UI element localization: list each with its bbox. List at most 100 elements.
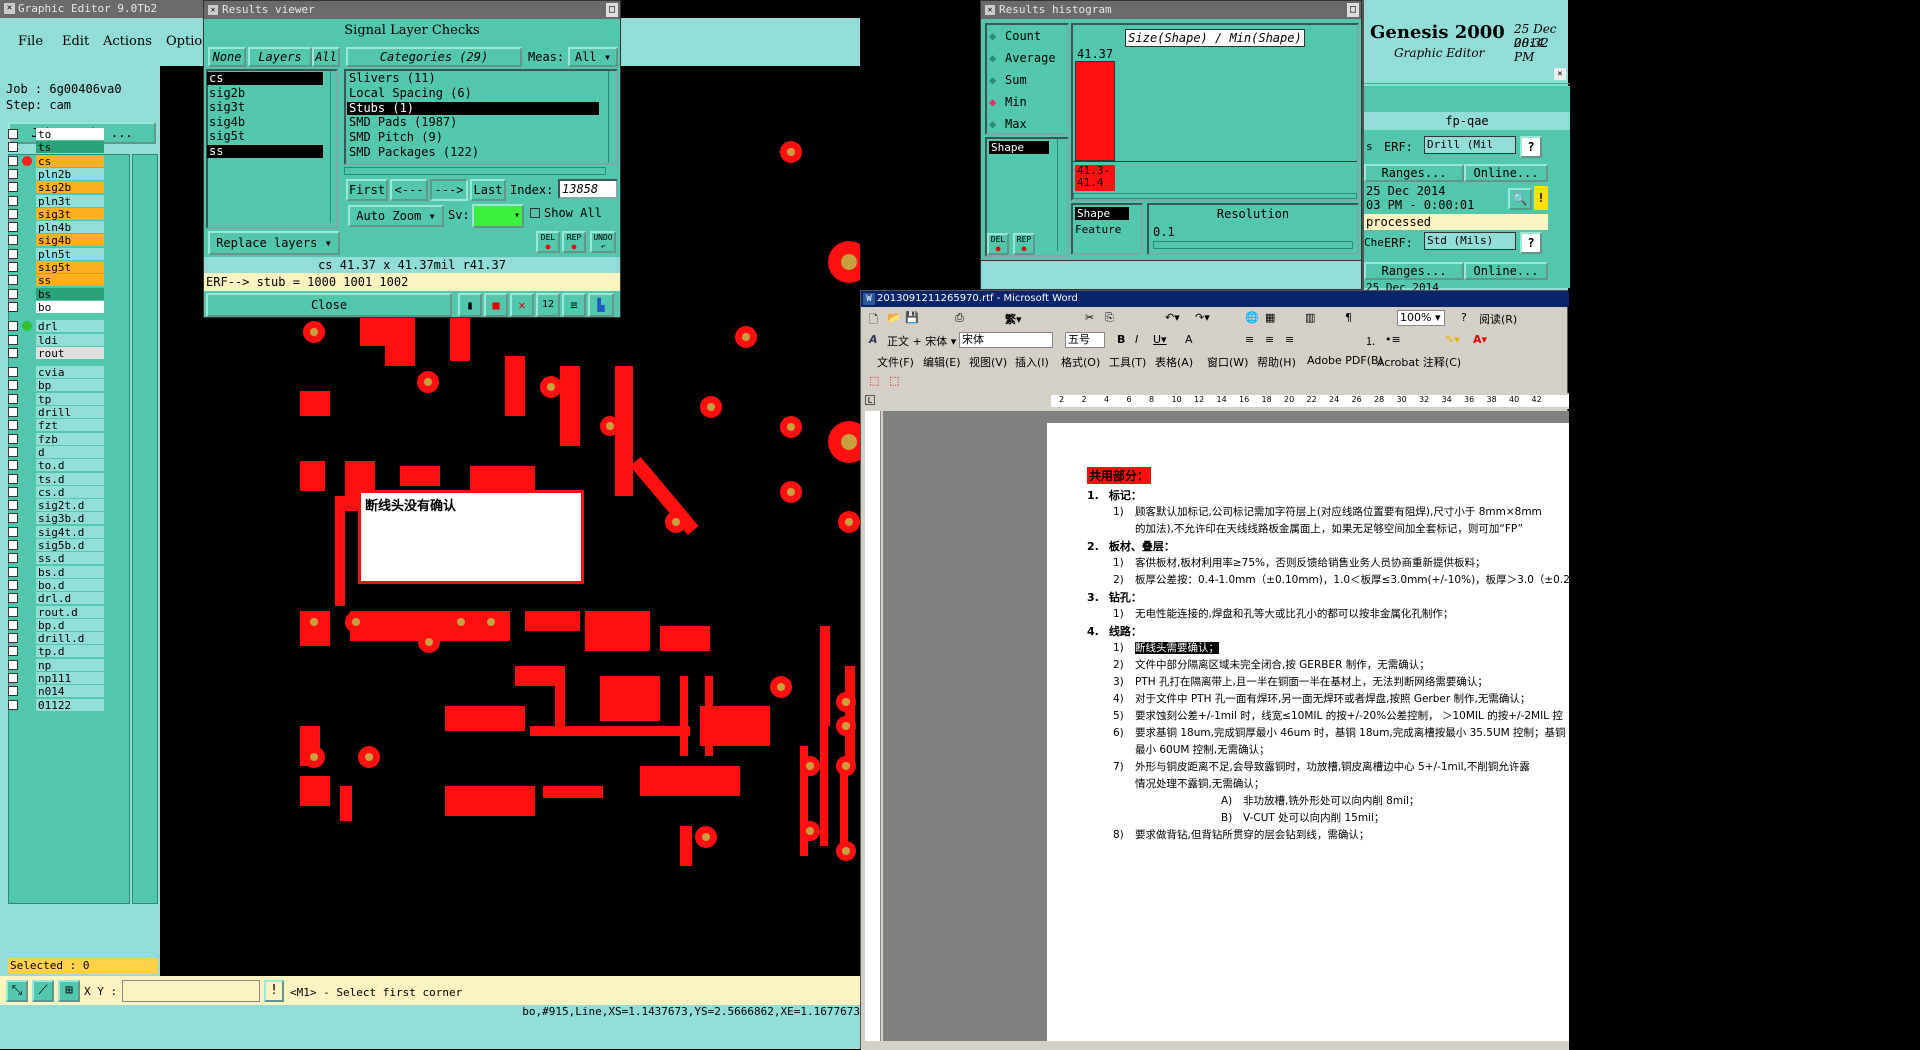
numbering-icon[interactable]: ⒈ — [1365, 333, 1376, 349]
tab-selector-icon[interactable]: L — [865, 395, 875, 405]
show-hide-icon[interactable]: ¶ — [1345, 311, 1352, 324]
rv-report-icon[interactable]: 12 — [536, 293, 560, 317]
layer-checkbox[interactable] — [8, 673, 18, 683]
rv-category-item[interactable]: SMD Packages (122) — [347, 146, 599, 159]
font-select[interactable]: 宋体 — [959, 332, 1053, 348]
layer-checkbox[interactable] — [8, 473, 18, 484]
open-icon[interactable]: 📂 — [887, 311, 901, 324]
layer-row-pln3t[interactable]: pln3t — [8, 194, 104, 208]
rv-index-input[interactable]: 13858 — [558, 179, 618, 199]
rv-replace-layers-select[interactable]: Replace layers ▾ — [208, 231, 340, 255]
arrow-tool-icon[interactable]: ⤡ — [6, 980, 28, 1002]
layer-checkbox[interactable] — [8, 407, 18, 417]
layer-row-fzb[interactable]: fzb — [8, 432, 104, 446]
highlight-icon[interactable]: ✎▾ — [1445, 333, 1460, 346]
layer-checkbox[interactable] — [8, 301, 18, 312]
layer-row-ts[interactable]: ts — [8, 141, 104, 154]
layer-row-pln4b[interactable]: pln4b — [8, 221, 104, 234]
read-button[interactable]: 阅读(R) — [1479, 311, 1517, 327]
close-icon[interactable]: ✕ — [4, 3, 15, 14]
styles-icon[interactable]: A — [869, 333, 878, 346]
pdf-review-icon[interactable]: ⬚ — [889, 374, 899, 387]
menu-edit[interactable]: Edit — [62, 34, 89, 49]
layer-row-sig5b-d[interactable]: sig5b.d — [8, 539, 104, 552]
layer-checkbox[interactable] — [8, 129, 18, 139]
layer-row-pln2b[interactable]: pln2b — [8, 167, 104, 181]
layer-checkbox[interactable] — [8, 367, 18, 378]
rv-all-button[interactable]: All — [312, 47, 340, 67]
redo-icon[interactable]: ↷▾ — [1195, 311, 1210, 324]
layer-checkbox[interactable] — [8, 659, 18, 670]
rh-del-button[interactable]: DEL ● — [987, 233, 1009, 255]
new-doc-icon[interactable]: 🗋 — [869, 311, 878, 330]
layer-checkbox[interactable] — [8, 393, 18, 404]
rh-shape-scrollbar[interactable] — [1057, 139, 1065, 251]
layer-checkbox[interactable] — [8, 142, 18, 153]
layer-row-sig2t-d[interactable]: sig2t.d — [8, 499, 104, 512]
layer-checkbox[interactable] — [8, 155, 18, 166]
layer-checkbox[interactable] — [8, 182, 18, 193]
rh-rep-button[interactable]: REP ● — [1013, 233, 1035, 255]
font-size-select[interactable]: 五号 — [1065, 332, 1105, 348]
zoom-icon[interactable]: 🔍 — [1508, 188, 1532, 210]
rv-layer-scrollbar[interactable] — [330, 71, 340, 223]
layer-row-to[interactable]: to — [8, 128, 104, 141]
underline-icon[interactable]: U▾ — [1153, 333, 1167, 346]
align-center-icon[interactable]: ≡ — [1265, 333, 1274, 346]
layer-row-sig4t-d[interactable]: sig4t.d — [8, 525, 104, 539]
rv-category-scrollbar[interactable] — [608, 71, 618, 163]
rv-close-icon[interactable]: ✕ — [208, 5, 218, 15]
layer-checkbox[interactable] — [8, 275, 18, 286]
help-icon-word[interactable]: ? — [1461, 311, 1467, 324]
rv-layer-item[interactable]: sig3t — [207, 101, 323, 114]
grid-tool-icon[interactable]: ⊞ — [58, 980, 80, 1002]
cut-icon[interactable]: ✂ — [1085, 311, 1094, 324]
rh-option-sum[interactable]: ◆ Sum — [989, 71, 1069, 89]
zoom-select[interactable]: 100% ▾ — [1397, 310, 1445, 326]
layer-checkbox[interactable] — [8, 686, 18, 697]
layer-row-ss-d[interactable]: ss.d — [8, 552, 104, 565]
menu-file[interactable]: File — [18, 34, 43, 49]
rv-layer-item[interactable]: sig4b — [207, 115, 323, 129]
layer-checkbox[interactable] — [8, 168, 18, 179]
layer-row-bp-d[interactable]: bp.d — [8, 618, 104, 632]
layer-row-sig3b-d[interactable]: sig3b.d — [8, 512, 104, 525]
rv-category-item[interactable]: Local Spacing (6) — [347, 86, 599, 100]
layer-checkbox[interactable] — [8, 380, 18, 391]
columns-icon[interactable]: ▥ — [1305, 311, 1315, 324]
layer-checkbox[interactable] — [8, 699, 18, 710]
bold-icon[interactable]: B — [1117, 333, 1125, 346]
layer-row-fzt[interactable]: fzt — [8, 419, 104, 432]
copy-icon[interactable]: ⎘ — [1105, 311, 1114, 325]
rv-layer-item[interactable]: sig2b — [207, 86, 323, 100]
rh-minimize-icon[interactable]: □ — [1347, 3, 1359, 17]
rh-option-max[interactable]: ◆ Max — [989, 115, 1069, 133]
rv-last-button[interactable]: Last — [470, 179, 506, 201]
save-icon[interactable]: 💾 — [905, 311, 919, 324]
rv-rep-button[interactable]: REP ● — [562, 231, 586, 253]
layer-checkbox[interactable] — [8, 208, 18, 219]
layer-row-drl[interactable]: drl — [8, 320, 104, 333]
layer-row-bo[interactable]: bo — [8, 300, 104, 314]
layer-row-cvia[interactable]: cvia — [8, 366, 104, 379]
layer-checkbox[interactable] — [8, 500, 18, 511]
rv-first-button[interactable]: First — [346, 179, 388, 201]
layer-checkbox[interactable] — [8, 619, 18, 630]
layer-row-to-d[interactable]: to.d — [8, 459, 104, 472]
layer-checkbox[interactable] — [8, 526, 18, 537]
layer-checkbox[interactable] — [8, 553, 18, 564]
undo-icon[interactable]: ↶▾ — [1165, 311, 1180, 324]
rv-next-button[interactable]: ---> — [430, 179, 468, 201]
layer-row-sig3t[interactable]: sig3t — [8, 207, 104, 221]
rv-minimize-icon[interactable]: □ — [606, 3, 618, 17]
word-menu-item[interactable]: 表格(A) — [1155, 354, 1193, 370]
layer-checkbox[interactable] — [8, 262, 18, 272]
word-menu-item[interactable]: Acrobat 注释(C) — [1377, 354, 1461, 370]
layer-row-ldi[interactable]: ldi — [8, 333, 104, 347]
layer-row-bp[interactable]: bp — [8, 379, 104, 392]
menu-actions[interactable]: Actions — [103, 34, 152, 49]
genesis-erf-drill[interactable]: Drill (Mil — [1424, 136, 1516, 154]
rh-option-min[interactable]: ◆ Min — [989, 93, 1069, 111]
layer-checkbox[interactable] — [8, 486, 18, 497]
rv-stop-icon[interactable]: ■ — [484, 293, 508, 317]
